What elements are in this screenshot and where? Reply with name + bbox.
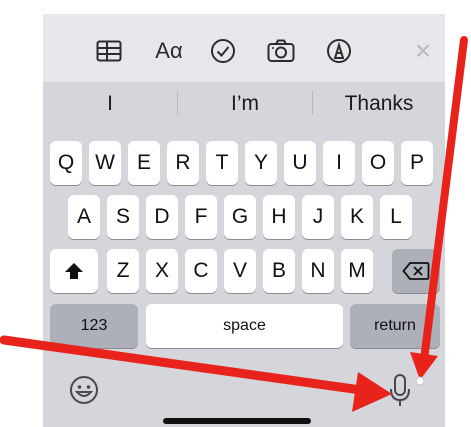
camera-icon-graphic (267, 39, 295, 62)
key-t[interactable]: T (206, 141, 238, 185)
key-h[interactable]: H (263, 195, 295, 239)
emoji-icon[interactable] (66, 372, 102, 408)
key-s[interactable]: S (107, 195, 139, 239)
checklist-icon[interactable] (206, 34, 240, 68)
key-q[interactable]: Q (50, 141, 82, 185)
home-indicator (163, 418, 311, 424)
key-z[interactable]: Z (107, 249, 139, 293)
checklist-icon-graphic (211, 39, 235, 63)
shift-key[interactable] (50, 249, 98, 293)
key-m[interactable]: M (341, 249, 373, 293)
key-a[interactable]: A (68, 195, 100, 239)
text-format-icon[interactable]: Aα (147, 34, 191, 68)
key-k[interactable]: K (341, 195, 373, 239)
microphone-icon[interactable] (386, 372, 414, 410)
key-y[interactable]: Y (245, 141, 277, 185)
key-j[interactable]: J (302, 195, 334, 239)
key-l[interactable]: L (380, 195, 412, 239)
key-o[interactable]: O (362, 141, 394, 185)
key-g[interactable]: G (224, 195, 256, 239)
markup-icon-graphic (327, 39, 351, 63)
key-w[interactable]: W (89, 141, 121, 185)
suggestion-2[interactable]: I’m (178, 84, 312, 124)
camera-icon[interactable] (264, 34, 298, 68)
key-b[interactable]: B (263, 249, 295, 293)
key-c[interactable]: C (185, 249, 217, 293)
close-icon[interactable]: × (406, 34, 440, 68)
markup-icon[interactable] (322, 34, 356, 68)
key-f[interactable]: F (185, 195, 217, 239)
key-p[interactable]: P (401, 141, 433, 185)
key-r[interactable]: R (167, 141, 199, 185)
text-format-label: Aα (155, 38, 183, 63)
emoji-icon-graphic (70, 376, 98, 404)
suggestion-3[interactable]: Thanks (313, 84, 445, 124)
delete-icon (402, 262, 430, 280)
key-v[interactable]: V (224, 249, 256, 293)
numbers-key[interactable]: 123 (50, 304, 138, 348)
shift-icon (65, 263, 83, 279)
table-icon-graphic (96, 40, 122, 62)
table-icon[interactable] (92, 34, 126, 68)
key-d[interactable]: D (146, 195, 178, 239)
key-n[interactable]: N (302, 249, 334, 293)
delete-key[interactable] (392, 249, 440, 293)
microphone-icon-graphic (390, 374, 410, 406)
space-key[interactable]: space (146, 304, 343, 348)
key-i[interactable]: I (323, 141, 355, 185)
return-key[interactable]: return (350, 304, 440, 348)
suggestion-1[interactable]: I (43, 84, 177, 124)
close-label: × (414, 35, 432, 66)
key-e[interactable]: E (128, 141, 160, 185)
key-u[interactable]: U (284, 141, 316, 185)
key-x[interactable]: X (146, 249, 178, 293)
